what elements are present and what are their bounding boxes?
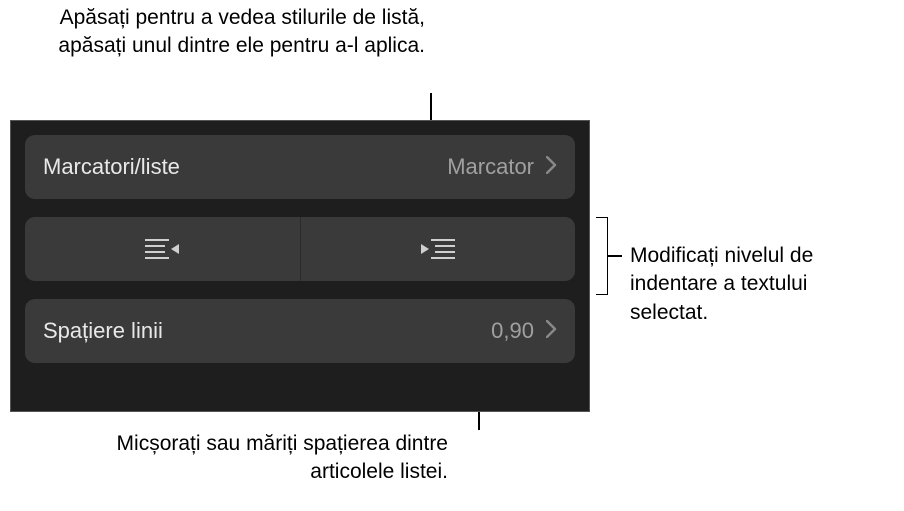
indent-controls-row [25, 217, 575, 281]
callout-right: Modificați nivelul de indentare a textul… [630, 242, 890, 327]
callout-line-right [608, 255, 622, 257]
bullets-lists-row[interactable]: Marcatori/liste Marcator [25, 135, 575, 199]
outdent-icon [145, 237, 179, 261]
bullets-lists-value: Marcator [447, 154, 534, 180]
callout-bottom: Micșorați sau măriți spațierea dintre ar… [78, 430, 448, 487]
chevron-right-icon [546, 317, 557, 345]
bullets-lists-label: Marcatori/liste [43, 154, 447, 180]
chevron-right-icon [546, 153, 557, 181]
line-spacing-label: Spațiere linii [43, 318, 491, 344]
outdent-button[interactable] [25, 217, 300, 281]
callout-top-text: Apăsați pentru a vedea stilurile de list… [58, 6, 425, 57]
indent-button[interactable] [301, 217, 576, 281]
bracket-right [596, 217, 608, 295]
line-spacing-value: 0,90 [491, 318, 534, 344]
callout-bottom-text: Micșorați sau măriți spațierea dintre ar… [117, 432, 448, 483]
line-spacing-row[interactable]: Spațiere linii 0,90 [25, 299, 575, 363]
callout-right-text: Modificați nivelul de indentare a textul… [630, 244, 813, 324]
callout-top: Apăsați pentru a vedea stilurile de list… [55, 4, 425, 61]
indent-icon [421, 237, 455, 261]
settings-panel: Marcatori/liste Marcator [10, 120, 590, 412]
